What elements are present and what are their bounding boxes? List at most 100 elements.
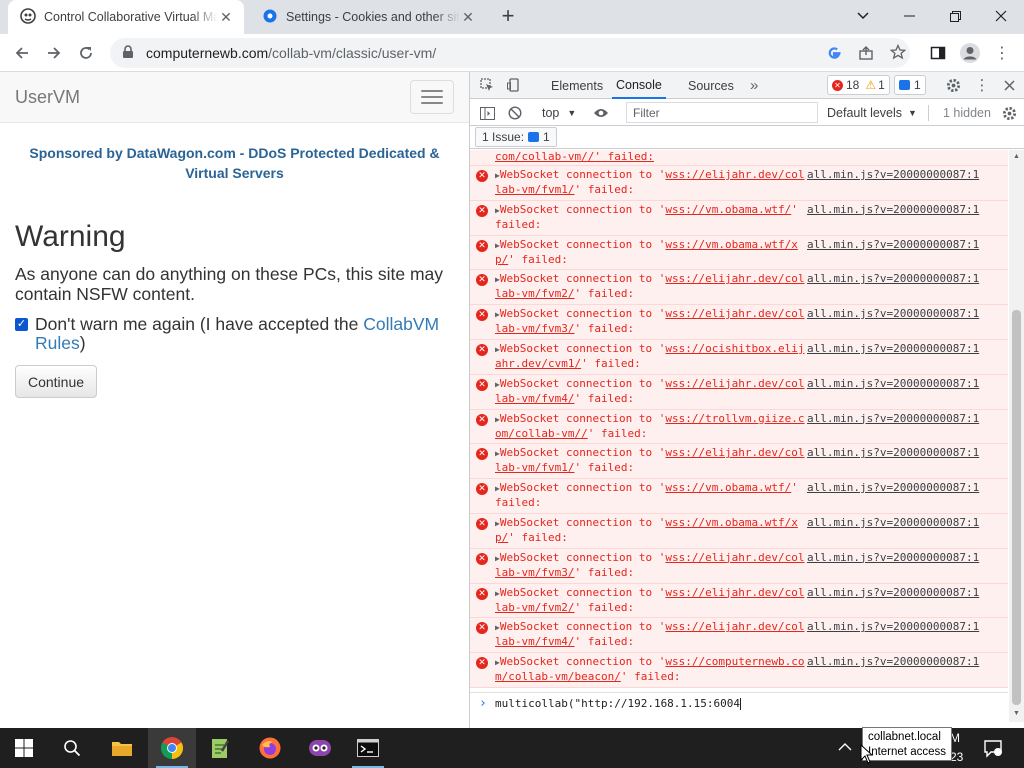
- reload-icon[interactable]: [72, 39, 100, 67]
- console-prompt[interactable]: › multicollab("http://192.168.1.15:6004: [470, 692, 1008, 722]
- more-tabs-chevron-icon[interactable]: »: [750, 72, 758, 99]
- console-error-message[interactable]: ✕ ▶WebSocket connection to 'wss://elijahr…: [470, 270, 1008, 306]
- console-counts-badge[interactable]: ✕ 18 ⚠ 1: [827, 75, 890, 95]
- console-error-message[interactable]: ✕ ▶WebSocket connection to 'wss://elijahr…: [470, 548, 1008, 584]
- brand-link[interactable]: UserVM: [15, 87, 80, 108]
- source-location-link[interactable]: all.min.js?v=20000000087:1: [807, 307, 979, 321]
- tab-collabvm[interactable]: Control Collaborative Virtual Machines ✕: [8, 0, 244, 34]
- live-expression-eye-icon[interactable]: [592, 104, 610, 122]
- restore-button[interactable]: [932, 0, 978, 32]
- clock-date-fragment: 23: [950, 750, 964, 764]
- prompt-input[interactable]: multicollab("http://192.168.1.15:6004: [495, 697, 740, 710]
- log-levels-dropdown[interactable]: Default levels ▼: [827, 100, 917, 126]
- close-devtools-icon[interactable]: [1000, 76, 1018, 94]
- console-error-message[interactable]: ✕ ▶WebSocket connection to 'wss://vm.obam…: [470, 479, 1008, 514]
- notification-center-icon[interactable]: [983, 738, 1003, 761]
- minimize-button[interactable]: [886, 0, 932, 32]
- app-icon[interactable]: [296, 728, 344, 768]
- bookmark-star-icon[interactable]: [889, 43, 907, 63]
- source-location-link[interactable]: all.min.js?v=20000000087:1: [807, 551, 979, 565]
- console-error-message[interactable]: ✕ ▶WebSocket connection to 'wss://vm.obam…: [470, 235, 1008, 271]
- scroll-down-arrow-icon[interactable]: ▼: [1013, 710, 1020, 717]
- source-location-link[interactable]: all.min.js?v=20000000087:1: [807, 446, 979, 460]
- notepad-icon[interactable]: [196, 728, 244, 768]
- console-error-message[interactable]: ✕ ▶WebSocket connection to 'wss://vm.obam…: [470, 513, 1008, 549]
- source-location-link[interactable]: all.min.js?v=20000000087:1: [807, 272, 979, 286]
- chrome-icon[interactable]: [148, 728, 196, 768]
- dont-warn-checkbox[interactable]: ✓: [15, 318, 28, 331]
- tab-search-chevron-icon[interactable]: [840, 0, 886, 32]
- console-error-message[interactable]: ✕ ▶WebSocket connection to 'wss://elijahr…: [470, 618, 1008, 654]
- scroll-up-arrow-icon[interactable]: ▲: [1013, 153, 1020, 160]
- tray-overflow-chevron-icon[interactable]: [838, 740, 852, 755]
- inspect-element-icon[interactable]: [478, 76, 496, 94]
- source-location-link[interactable]: all.min.js?v=20000000087:1: [807, 620, 979, 634]
- close-tab-icon[interactable]: ✕: [218, 9, 234, 25]
- source-location-link[interactable]: all.min.js?v=20000000087:1: [807, 168, 979, 182]
- source-location-link[interactable]: all.min.js?v=20000000087:1: [807, 516, 979, 530]
- message-suffix: ' failed:: [587, 426, 648, 440]
- source-location-link[interactable]: all.min.js?v=20000000087:1: [807, 238, 979, 252]
- address-bar[interactable]: computernewb.com/collab-vm/classic/user-…: [110, 38, 910, 68]
- console-error-message[interactable]: ✕ ▶WebSocket connection to 'wss://elijahr…: [470, 305, 1008, 340]
- tab-settings[interactable]: Settings - Cookies and other site data ✕: [250, 0, 486, 34]
- new-tab-button[interactable]: +: [492, 0, 524, 32]
- console-error-message[interactable]: ✕ ▶WebSocket connection to 'wss://elijahr…: [470, 166, 1008, 201]
- forward-arrow-icon[interactable]: [40, 39, 68, 67]
- console-settings-gear-icon[interactable]: [1000, 104, 1018, 122]
- start-icon[interactable]: [0, 728, 48, 768]
- close-window-button[interactable]: [978, 0, 1024, 32]
- settings-gear-icon[interactable]: [944, 76, 962, 94]
- console-error-message[interactable]: ✕ ▶WebSocket connection to 'wss://elijahr…: [470, 444, 1008, 480]
- sponsor-link[interactable]: Sponsored by DataWagon.com - DDoS Protec…: [20, 143, 449, 183]
- search-icon[interactable]: [48, 728, 96, 768]
- scrollbar-thumb[interactable]: [1012, 310, 1021, 705]
- console-error-message[interactable]: ✕ ▶WebSocket connection to 'wss://ocishit…: [470, 339, 1008, 375]
- messages-badge[interactable]: 1: [894, 75, 926, 95]
- firefox-icon[interactable]: [246, 728, 294, 768]
- back-arrow-icon[interactable]: [8, 39, 36, 67]
- hamburger-menu-button[interactable]: [410, 80, 454, 114]
- console-error-message[interactable]: ✕ ▶WebSocket connection to 'wss://elijahr…: [470, 374, 1008, 410]
- source-location-link[interactable]: all.min.js?v=20000000087:1: [807, 342, 979, 356]
- source-location-link[interactable]: all.min.js?v=20000000087:1: [807, 412, 979, 426]
- file-explorer-icon[interactable]: [98, 728, 146, 768]
- message-text: ▶WebSocket connection to 'wss://vm.obama…: [495, 203, 805, 232]
- console-error-message[interactable]: ✕ ▶WebSocket connection to 'wss://elijahr…: [470, 583, 1008, 619]
- close-tab-icon[interactable]: ✕: [460, 9, 476, 25]
- terminal-icon[interactable]: [344, 728, 392, 768]
- websocket-url-link[interactable]: wss://vm.obama.wtf/: [665, 481, 791, 494]
- google-icon[interactable]: [826, 45, 842, 64]
- devtools-menu-icon[interactable]: ⋮: [973, 76, 991, 94]
- profile-avatar-icon[interactable]: [956, 39, 984, 67]
- sidebar-toggle-icon[interactable]: [478, 104, 496, 122]
- source-location-link[interactable]: all.min.js?v=20000000087:1: [807, 655, 979, 669]
- browser-menu-icon[interactable]: ⋮: [988, 39, 1016, 67]
- side-panel-icon[interactable]: [924, 39, 952, 67]
- clear-console-icon[interactable]: [506, 104, 524, 122]
- source-location-link[interactable]: all.min.js?v=20000000087:1: [807, 586, 979, 600]
- context-selector[interactable]: top ▼: [542, 100, 576, 126]
- console-scrollbar[interactable]: ▲ ▼: [1009, 150, 1024, 722]
- source-location-link[interactable]: all.min.js?v=20000000087:1: [807, 203, 979, 217]
- tab-sources[interactable]: Sources: [688, 72, 734, 99]
- lock-icon[interactable]: [122, 44, 134, 62]
- source-location-link[interactable]: all.min.js?v=20000000087:1: [807, 481, 979, 495]
- issues-button[interactable]: 1 Issue: 1: [475, 127, 557, 147]
- tab-console[interactable]: Console: [612, 72, 666, 99]
- settings-gear-icon: [262, 8, 278, 27]
- console-error-message[interactable]: ✕ ▶WebSocket connection to 'wss://vm.obam…: [470, 200, 1008, 236]
- websocket-url-link[interactable]: wss://vm.obama.wtf/: [665, 203, 791, 216]
- console-error-message[interactable]: ✕ ▶WebSocket connection to 'wss://trollvm…: [470, 409, 1008, 445]
- tab-elements[interactable]: Elements: [551, 72, 603, 99]
- message-suffix: ' failed:: [508, 530, 568, 544]
- device-toolbar-icon[interactable]: [505, 76, 523, 94]
- message-prefix: WebSocket connection to ': [499, 307, 666, 321]
- console-error-message[interactable]: ✕ ▶WebSocket connection to 'wss://compute…: [470, 653, 1008, 688]
- continue-button[interactable]: Continue: [15, 365, 97, 398]
- share-icon[interactable]: [858, 45, 874, 64]
- message-text[interactable]: com/collab-vm//' failed:: [495, 150, 654, 163]
- source-location-link[interactable]: all.min.js?v=20000000087:1: [807, 377, 979, 391]
- console-filter-input[interactable]: Filter: [626, 102, 818, 123]
- checkbox-label: Don't warn me again (I have accepted the: [35, 314, 364, 334]
